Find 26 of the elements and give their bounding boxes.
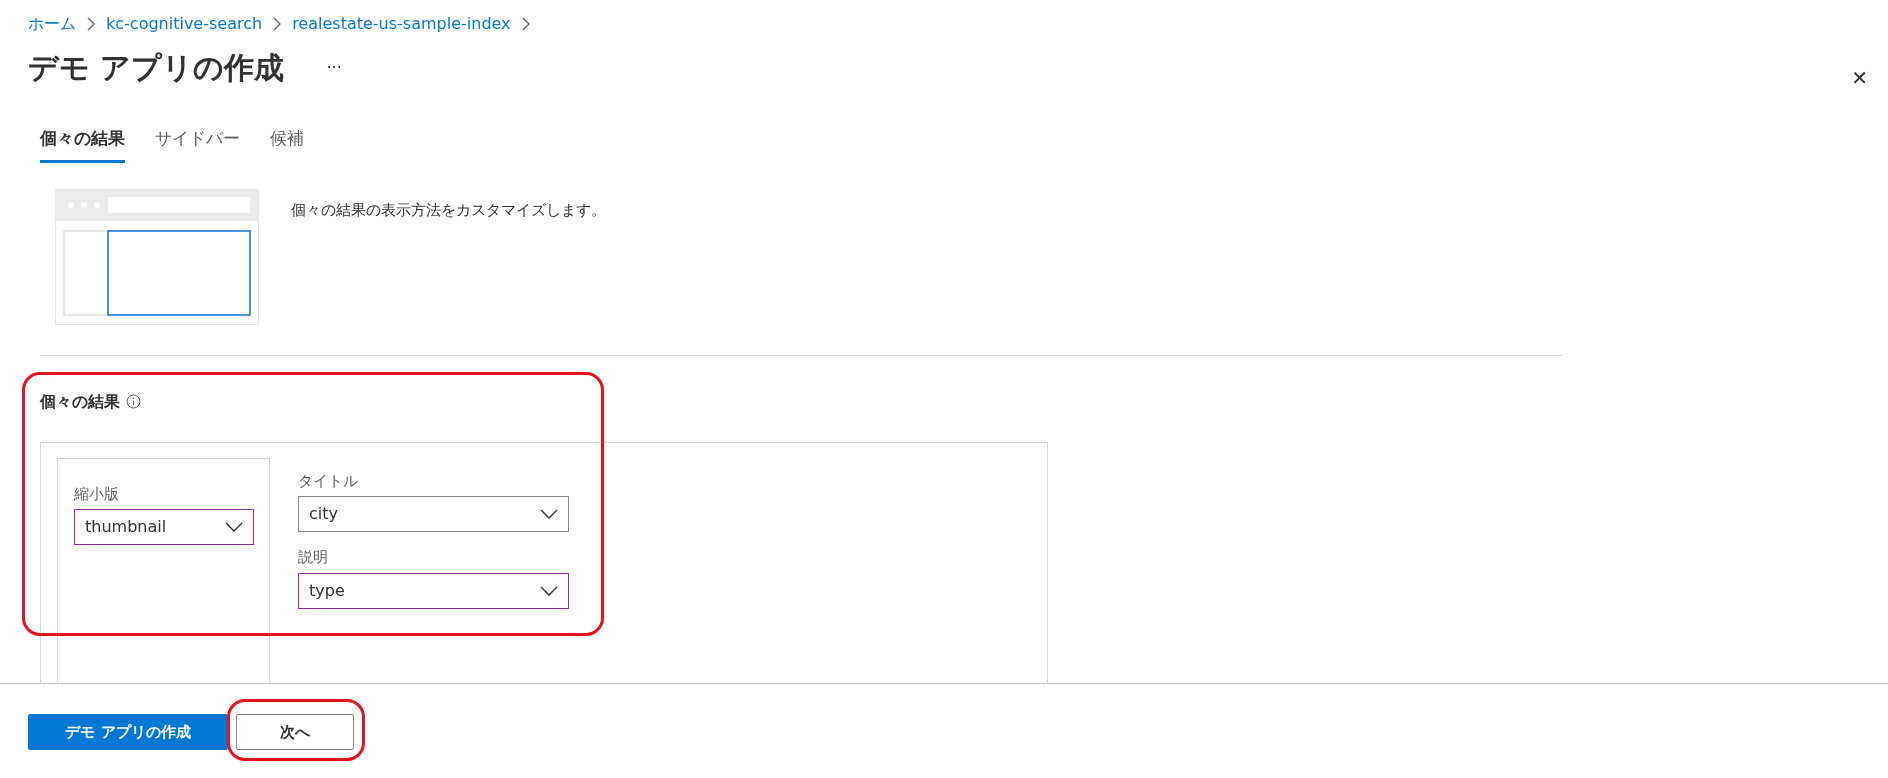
tab[interactable]: サイドバー <box>155 122 240 163</box>
chevron-down-icon <box>225 522 243 532</box>
create-button[interactable]: デモ アプリの作成 <box>28 714 228 750</box>
description-text: 個々の結果の表示方法をカスタマイズします。 <box>291 199 606 221</box>
page-title: デモ アプリの作成 <box>28 50 285 86</box>
chevron-down-icon <box>540 585 558 596</box>
breadcrumb-link[interactable]: realestate-us-sample-index <box>292 12 511 36</box>
field-label: タイトル <box>298 470 359 492</box>
dropdown[interactable]: type <box>298 572 569 609</box>
dropdown[interactable]: thumbnail <box>74 509 254 545</box>
chevron-icon <box>86 17 96 31</box>
field-label: 説明 <box>298 547 329 568</box>
next-button[interactable]: 次へ <box>236 714 354 750</box>
breadcrumb-link[interactable]: ホーム <box>28 12 76 36</box>
chevron-down-icon <box>540 509 558 519</box>
field-label: 縮小版 <box>74 483 120 505</box>
chevron-icon <box>272 17 283 31</box>
section-heading: 個々の結果 <box>40 390 120 413</box>
tab[interactable]: 個々の結果 <box>40 122 125 163</box>
breadcrumb-link[interactable]: kc-cognitive-search <box>106 12 263 36</box>
close-button[interactable]: ✕ <box>1845 62 1874 94</box>
chevron-icon <box>520 17 531 31</box>
dropdown[interactable]: city <box>298 496 569 532</box>
info-icon <box>126 394 141 409</box>
more-button[interactable]: ··· <box>320 55 348 81</box>
tab[interactable]: 候補 <box>270 122 304 163</box>
